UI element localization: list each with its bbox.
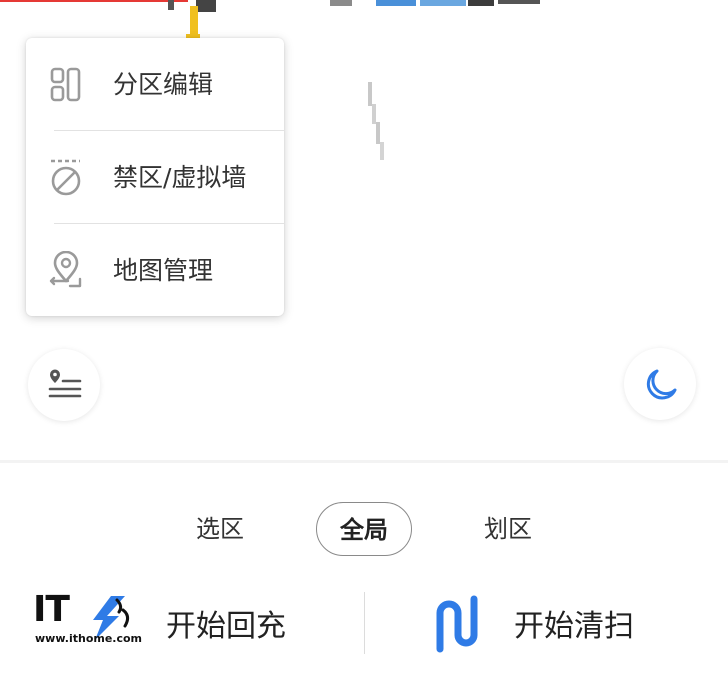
watermark-url: www.ithome.com [35,632,143,645]
tab-draw-area[interactable]: 划区 [470,502,546,556]
tab-select-area[interactable]: 选区 [182,502,258,556]
panel-divider [0,460,728,463]
menu-item-label: 禁区/虚拟墙 [113,163,247,192]
no-go-zone-icon [46,158,86,198]
map-list-icon [48,369,82,398]
sweep-path-icon [436,595,478,653]
map-options-popup: 分区编辑 禁区/虚拟墙 地图管理 [26,38,284,316]
do-not-disturb-button[interactable] [624,348,696,420]
menu-item-no-go-zone[interactable]: 禁区/虚拟墙 [26,131,284,223]
start-cleaning-button[interactable]: 开始清扫 [420,585,680,669]
moon-icon [646,369,677,400]
map-pin-icon [46,250,86,291]
watermark-logo: IT [33,589,70,630]
start-recharge-label: 开始回充 [166,609,286,644]
map-list-button[interactable] [28,349,100,421]
menu-item-label: 分区编辑 [113,70,214,99]
partition-edit-icon [46,65,86,105]
start-cleaning-label: 开始清扫 [514,609,634,644]
start-recharge-button[interactable]: 开始回充 [150,585,350,669]
action-separator [364,592,365,654]
map-edge-line [0,0,188,2]
menu-item-label: 地图管理 [113,256,214,285]
tab-global[interactable]: 全局 [316,502,412,556]
menu-item-partition-edit[interactable]: 分区编辑 [26,38,284,130]
ithome-watermark: IT www.ithome.com [33,589,142,652]
menu-item-map-management[interactable]: 地图管理 [26,224,284,316]
